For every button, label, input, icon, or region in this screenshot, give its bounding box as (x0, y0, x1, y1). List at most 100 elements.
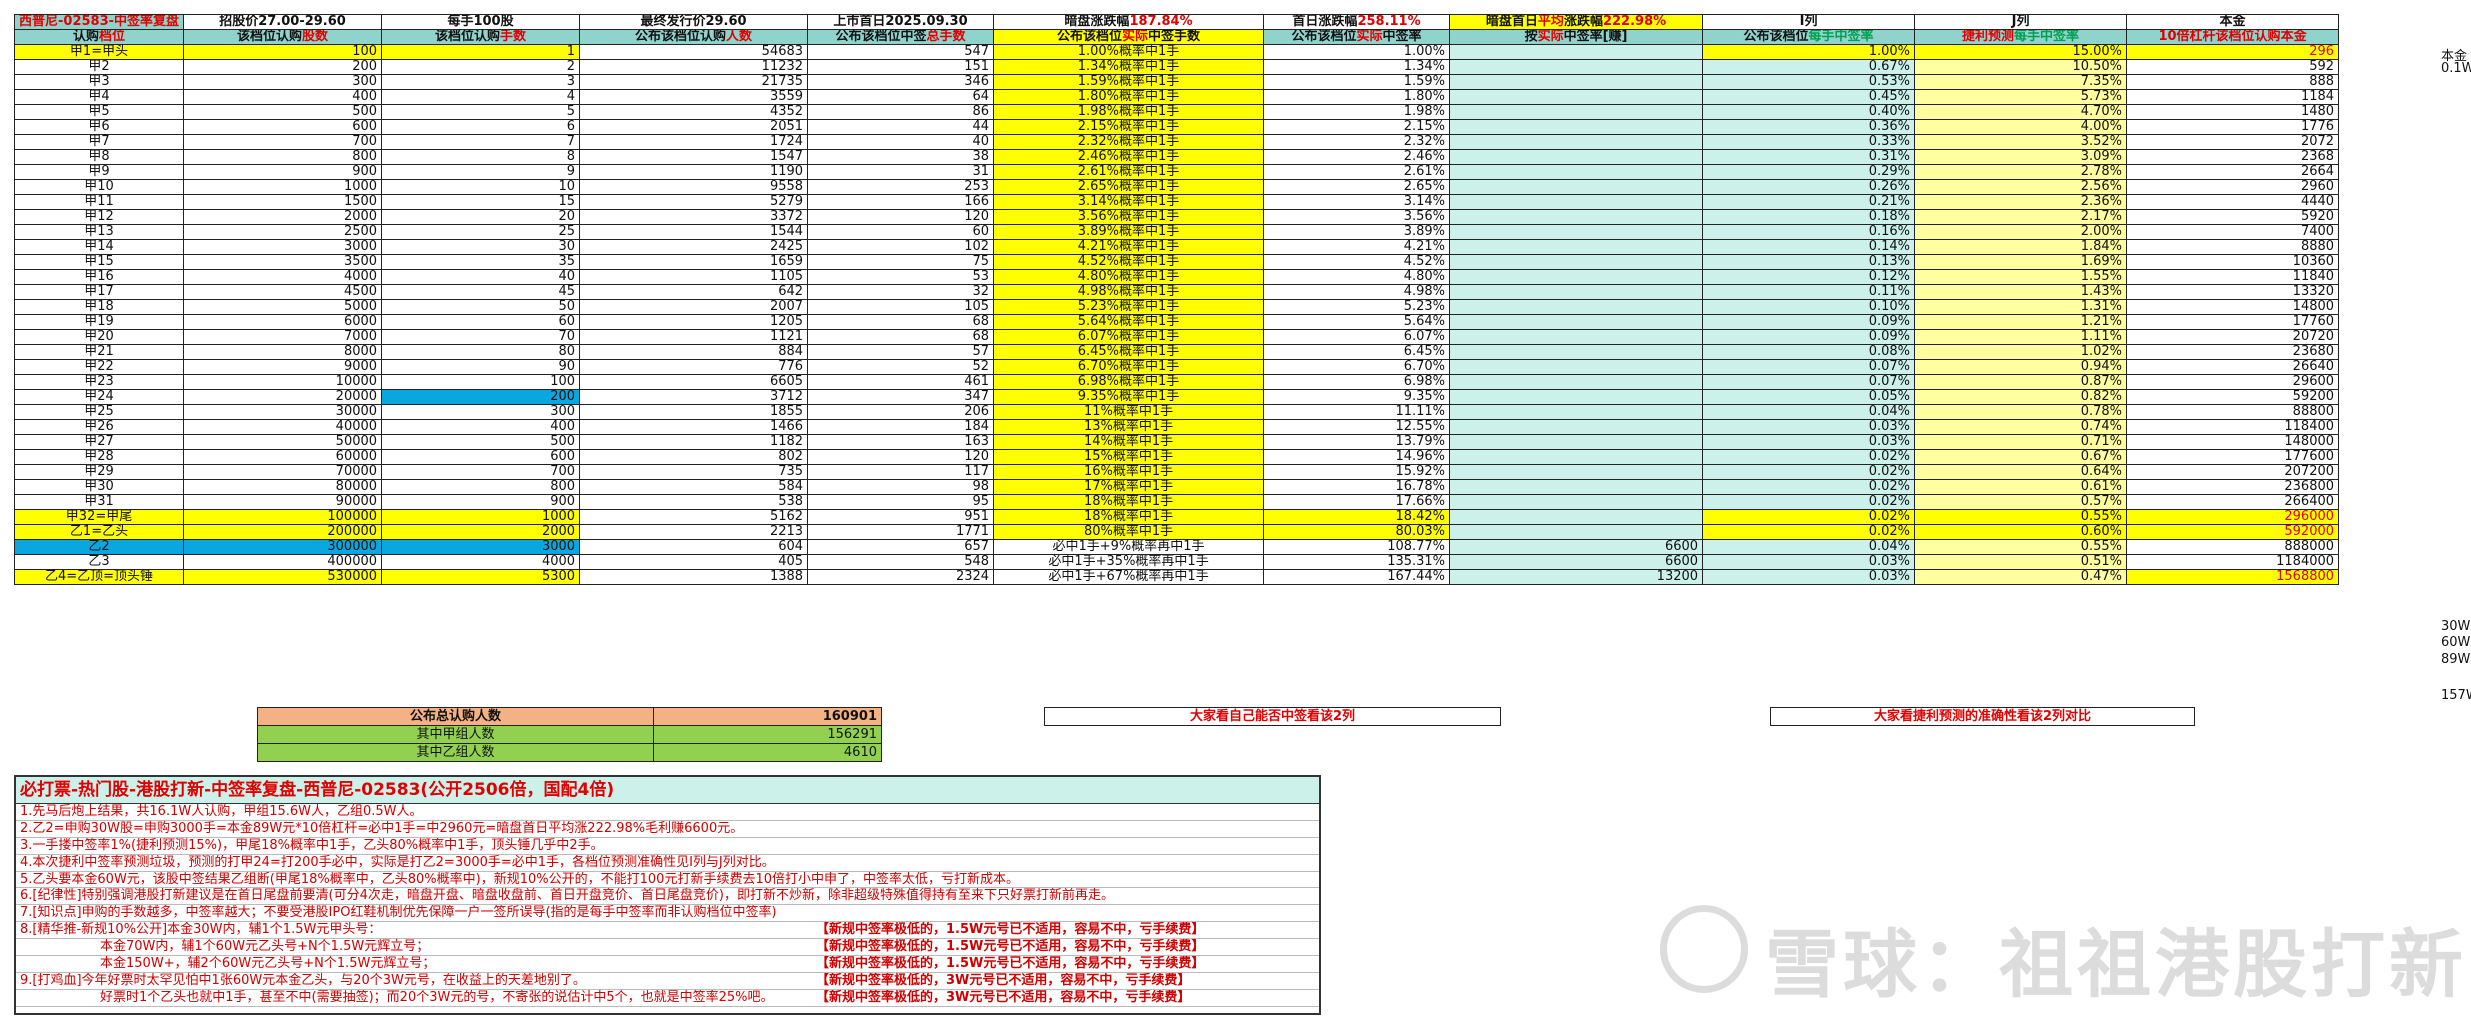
table-cell (1449, 74, 1704, 90)
table-cell: 300000 (183, 539, 383, 555)
predicted-rate-subheader: 捷利预测每手中签率 (1914, 29, 2128, 45)
table-cell: 135.31% (1263, 554, 1451, 570)
table-cell: 1184 (2126, 89, 2340, 105)
table-cell (1449, 89, 1704, 105)
table-cell: 9558 (579, 179, 809, 195)
table-cell: 100 (183, 44, 383, 60)
table-cell: 10.50% (1914, 59, 2128, 75)
table-cell: 0.55% (1914, 509, 2128, 525)
table-cell: 86 (807, 104, 995, 120)
table-cell: 200000 (183, 524, 383, 540)
table-cell: 6.98% (1263, 374, 1451, 390)
table-cell: 1190 (579, 164, 809, 180)
table-cell: 4.21% (1263, 239, 1451, 255)
table-cell: 6000 (183, 314, 383, 330)
table-cell: 0.09% (1702, 314, 1916, 330)
commentary-lines: 1.先马后炮上结果，共16.1W人认购，甲组15.6W人，乙组0.5W人。 2.乙… (16, 804, 1319, 1007)
table-cell: 700 (381, 464, 581, 480)
dark-pool-change-header: 暗盘涨跌幅187.84% (993, 14, 1265, 30)
table-cell: 9000 (183, 359, 383, 375)
table-row: 甲11 1500 15 5279 166 3.14%概率中1手 3.14% 0.21% 2.36… (13, 194, 2340, 210)
table-cell: 2.00% (1914, 224, 2128, 240)
table-cell: 0.02% (1702, 449, 1916, 465)
table-cell: 17760 (2126, 314, 2340, 330)
table-cell: 7 (381, 134, 581, 150)
table-cell: 1.98% (1263, 104, 1451, 120)
table-cell: 10360 (2126, 254, 2340, 270)
column-note-right: 大家看捷利预测的准确性看该2列对比 (1770, 707, 2195, 726)
table-cell: 0.02% (1702, 479, 1916, 495)
table-cell: 105 (807, 299, 995, 315)
table-cell: 9 (381, 164, 581, 180)
applicants-subheader: 公布该档位认购人数 (579, 29, 809, 45)
table-row: 甲12 2000 20 3372 120 3.56%概率中1手 3.56% 0.18% 2.17… (13, 209, 2340, 225)
table-cell: 1.80% (1263, 89, 1451, 105)
table-cell: 1724 (579, 134, 809, 150)
table-cell (1449, 179, 1704, 195)
commentary-warning-tag: 【新规中签率极低的，3W元号已不适用，容易不中，亏手续费】 (816, 972, 1191, 988)
commentary-line-text: 8.[精华推-新规10%公开]本金30W内，辅1个1.5W元甲头号： (20, 922, 382, 938)
table-cell (1449, 299, 1704, 315)
table-cell: 15%概率中1手 (993, 449, 1265, 465)
table-cell: 95 (807, 494, 995, 510)
table-cell: 甲12 (13, 209, 185, 225)
table-cell: 5.23% (1263, 299, 1451, 315)
table-cell: 4.80%概率中1手 (993, 269, 1265, 285)
table-cell: 2.56% (1914, 179, 2128, 195)
summary-table: 公布总认购人数 160901 其中甲组人数 156291 其中乙组人数 4610 (257, 707, 882, 762)
profit-subheader: 按实际中签率[赚] (1449, 29, 1704, 45)
table-row: 甲32=甲尾 100000 1000 5162 951 18%概率中1手 18.42% 0.0… (13, 509, 2340, 525)
table-cell: 0.40% (1702, 104, 1916, 120)
table-cell: 30000 (183, 404, 383, 420)
table-cell: 108.77% (1263, 539, 1451, 555)
table-cell: 776 (579, 359, 809, 375)
table-cell: 5.23%概率中1手 (993, 299, 1265, 315)
table-cell: 4000 (381, 554, 581, 570)
table-cell: 甲28 (13, 449, 185, 465)
table-cell: 1.21% (1914, 314, 2128, 330)
table-cell (1449, 224, 1704, 240)
table-cell: 0.12% (1702, 269, 1916, 285)
table-cell: 177600 (2126, 449, 2340, 465)
table-cell (1449, 359, 1704, 375)
table-cell: 4.70% (1914, 104, 2128, 120)
table-cell: 50 (381, 299, 581, 315)
table-row: 甲7 700 7 1724 40 2.32%概率中1手 2.32% 0.33% 3.52% 207… (13, 134, 2340, 150)
table-cell: 0.03% (1702, 554, 1916, 570)
table-row: 甲1=甲头 100 1 54683 547 1.00%概率中1手 1.00% 1.00% 15.… (13, 44, 2340, 60)
table-cell: 2.32% (1263, 134, 1451, 150)
table-cell: 23680 (2126, 344, 2340, 360)
table-cell: 14800 (2126, 299, 2340, 315)
table-cell: 甲23 (13, 374, 185, 390)
tier-subheader: 认购档位 (13, 29, 185, 45)
table-cell: 甲8 (13, 149, 185, 165)
column-i-header: I列 (1702, 14, 1916, 30)
table-cell: 3.52% (1914, 134, 2128, 150)
table-cell: 405 (579, 554, 809, 570)
table-cell: 甲3 (13, 74, 185, 90)
table-cell: 乙1=乙头 (13, 524, 185, 540)
table-cell: 0.10% (1702, 299, 1916, 315)
group-a-value: 156291 (653, 725, 882, 744)
group-b-value: 4610 (653, 743, 882, 762)
commentary-line-text: 本金150W+，辅2个60W元乙头号+N个1.5W元辉立号； (100, 956, 436, 972)
table-cell: 2.32%概率中1手 (993, 134, 1265, 150)
table-row: 甲3 300 3 21735 346 1.59%概率中1手 1.59% 0.53% 7.35% 8… (13, 74, 2340, 90)
table-cell: 16.78% (1263, 479, 1451, 495)
table-cell: 68 (807, 314, 995, 330)
commentary-warning-tag: 【新规中签率极低的，1.5W元号已不适用，容易不中，亏手续费】 (816, 956, 1205, 972)
table-cell: 甲15 (13, 254, 185, 270)
table-cell: 1182 (579, 434, 809, 450)
table-cell: 530000 (183, 569, 383, 585)
table-cell: 甲29 (13, 464, 185, 480)
table-cell: 604 (579, 539, 809, 555)
table-cell: 2000 (381, 524, 581, 540)
side-89w: 89W (2441, 652, 2471, 667)
table-cell: 甲26 (13, 419, 185, 435)
table-cell: 1.84% (1914, 239, 2128, 255)
actual-rate-subheader: 公布该档位实际中签率 (1263, 29, 1451, 45)
table-cell: 735 (579, 464, 809, 480)
table-cell: 甲24 (13, 389, 185, 405)
table-cell: 50000 (183, 434, 383, 450)
table-cell: 13%概率中1手 (993, 419, 1265, 435)
